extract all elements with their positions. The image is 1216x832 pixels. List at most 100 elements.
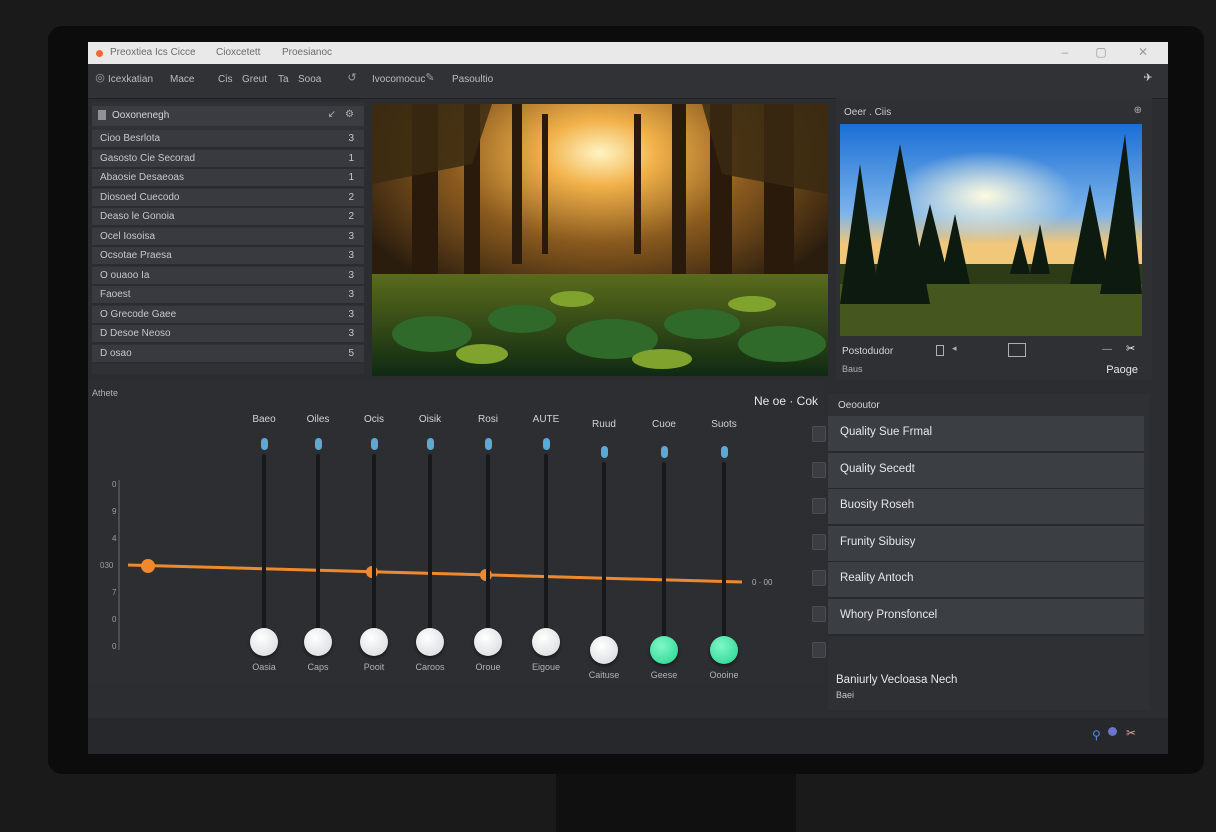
toolbar-item-5[interactable]: Sooa bbox=[298, 74, 321, 85]
frame-icon[interactable] bbox=[1008, 343, 1026, 357]
fader-track[interactable] bbox=[662, 462, 666, 638]
fader-knob[interactable] bbox=[474, 628, 502, 656]
toolbar-item-0[interactable]: Icexkatian bbox=[108, 74, 153, 85]
side-tool-icon[interactable] bbox=[812, 426, 826, 442]
layer-row-count: 3 bbox=[348, 308, 354, 320]
quality-option[interactable]: Buosity Roseh bbox=[828, 489, 1144, 526]
fader-track[interactable] bbox=[262, 454, 266, 630]
layer-row[interactable]: D Desoe Neoso 3 bbox=[92, 325, 364, 344]
quality-footer-title: Baniurly Vecloasa Nech bbox=[836, 674, 958, 686]
menu-item-1[interactable]: Cioxcetett bbox=[216, 47, 260, 58]
fader-knob-label: Geese bbox=[650, 670, 678, 680]
minus-icon[interactable]: — bbox=[1102, 344, 1112, 355]
side-tool-icon[interactable] bbox=[812, 606, 826, 622]
quality-option-label: Reality Antoch bbox=[840, 572, 914, 584]
layer-row[interactable]: Deaso le Gonoia 2 bbox=[92, 208, 364, 227]
layer-row-label: Deaso le Gonoia bbox=[100, 211, 175, 222]
fader-knob[interactable] bbox=[590, 636, 618, 664]
fader-knob[interactable] bbox=[360, 628, 388, 656]
pin-icon[interactable]: ⊕ bbox=[1134, 105, 1142, 116]
side-tool-icon[interactable] bbox=[812, 642, 826, 658]
preview-caption: Postodudor bbox=[842, 346, 894, 357]
layer-row-count: 3 bbox=[348, 133, 354, 144]
side-tool-icon[interactable] bbox=[812, 534, 826, 550]
undo-icon[interactable]: ↺ bbox=[346, 72, 358, 84]
layer-row[interactable]: D osao 5 bbox=[92, 344, 364, 364]
crop-icon[interactable]: ✂ bbox=[1126, 342, 1135, 355]
band-label: Rosi bbox=[477, 414, 498, 425]
fader-track[interactable] bbox=[486, 454, 490, 630]
layer-row[interactable]: Gasosto Cie Secorad 1 bbox=[92, 149, 364, 169]
toolbar-item-2[interactable]: Cis bbox=[218, 74, 232, 85]
fader-knob[interactable] bbox=[710, 636, 738, 664]
fader-track[interactable] bbox=[372, 454, 376, 630]
minimize-icon[interactable]: – bbox=[1056, 45, 1074, 59]
tool-icon[interactable]: ✂ bbox=[1126, 726, 1136, 740]
toolbar-item-7[interactable]: Pasoultio bbox=[452, 74, 493, 85]
fader-track[interactable] bbox=[722, 462, 726, 638]
toolbar-item-1[interactable]: Mace bbox=[170, 74, 194, 85]
layer-row-label: Ocel Iosoisa bbox=[100, 230, 156, 242]
fader-track[interactable] bbox=[544, 454, 548, 630]
quality-panel: Oeooutor Quality Sue Frmal Quality Secedt… bbox=[828, 394, 1150, 710]
search-icon[interactable]: ⚲ bbox=[1092, 728, 1101, 742]
band-label: Baeo bbox=[252, 414, 276, 425]
maximize-icon[interactable]: ▢ bbox=[1092, 45, 1110, 59]
settings-icon[interactable]: ◎ bbox=[94, 72, 106, 84]
side-tool-icon[interactable] bbox=[812, 570, 826, 586]
pin-icon[interactable]: ✈ bbox=[1142, 72, 1154, 84]
main-image-canvas[interactable] bbox=[372, 104, 828, 376]
layer-row-count: 1 bbox=[348, 152, 354, 164]
options-icon[interactable]: ⚙ bbox=[345, 109, 354, 120]
quality-option[interactable]: Quality Sue Frmal bbox=[828, 416, 1144, 453]
preview-image[interactable] bbox=[840, 124, 1142, 336]
fader-knob[interactable] bbox=[650, 636, 678, 664]
lock-icon[interactable] bbox=[936, 345, 944, 356]
page-button[interactable]: Paoge bbox=[1106, 364, 1138, 376]
layer-row-label: Cioo Besrlota bbox=[100, 133, 161, 144]
quality-option-label: Whory Pronsfoncel bbox=[840, 608, 938, 621]
brush-icon[interactable]: ✎ bbox=[424, 72, 436, 84]
band-marker bbox=[721, 446, 728, 458]
quality-option[interactable]: Whory Pronsfoncel bbox=[828, 598, 1144, 636]
layer-row[interactable]: O ouaoo Ia 3 bbox=[92, 266, 364, 286]
layer-row[interactable]: Diosoed Cuecodo 2 bbox=[92, 188, 364, 208]
fader-track[interactable] bbox=[602, 462, 606, 638]
side-tool-icon[interactable] bbox=[812, 498, 826, 514]
globe-icon[interactable] bbox=[1108, 727, 1117, 736]
toolbar-item-6[interactable]: Ivocomocuc bbox=[372, 74, 425, 85]
close-icon[interactable]: ✕ bbox=[1134, 45, 1152, 59]
quality-option[interactable]: Frunity Sibuisy bbox=[828, 525, 1144, 563]
toolbar-item-3[interactable]: Greut bbox=[242, 74, 267, 85]
layer-row[interactable]: O Grecode Gaee 3 bbox=[92, 305, 364, 325]
toolbar: ◎ Icexkatian Mace Cis Greut Ta Sooa ↺ Iv… bbox=[88, 64, 1168, 99]
fader-knob[interactable] bbox=[416, 628, 444, 656]
prev-icon[interactable]: ◂ bbox=[952, 343, 957, 354]
layer-row[interactable]: Faoest 3 bbox=[92, 286, 364, 305]
eq-node-1[interactable] bbox=[141, 559, 155, 573]
eq-curve-line bbox=[127, 563, 743, 584]
layer-row[interactable]: Abaosie Desaeoas 1 bbox=[92, 169, 364, 188]
quality-footer-sub: Baei bbox=[836, 690, 855, 700]
layer-row-count: 3 bbox=[348, 250, 354, 261]
quality-option-label: Buosity Roseh bbox=[840, 499, 915, 511]
fader-track[interactable] bbox=[316, 454, 320, 630]
quality-option[interactable]: Quality Secedt bbox=[828, 452, 1144, 490]
fader-knob-label: Caroos bbox=[415, 662, 445, 672]
layer-row[interactable]: Ocel Iosoisa 3 bbox=[92, 227, 364, 247]
side-tool-icon[interactable] bbox=[812, 462, 826, 478]
layer-row-label: O Grecode Gaee bbox=[100, 308, 177, 320]
fader-knob[interactable] bbox=[532, 628, 560, 656]
fader-track[interactable] bbox=[428, 454, 432, 630]
layer-row[interactable]: Cioo Besrlota 3 bbox=[92, 130, 364, 149]
quality-option[interactable]: Reality Antoch bbox=[828, 562, 1144, 599]
fader-knob[interactable] bbox=[250, 628, 278, 656]
expand-icon[interactable]: ↙ bbox=[328, 109, 336, 120]
fader-knob[interactable] bbox=[304, 628, 332, 656]
toolbar-item-4[interactable]: Ta bbox=[278, 74, 289, 85]
layer-row[interactable]: Ocsotae Praesa 3 bbox=[92, 247, 364, 266]
title-bar: Preoxtiea Ics Cicce Cioxcetett Proesiano… bbox=[88, 42, 1168, 64]
menu-item-2[interactable]: Proesianoc bbox=[282, 47, 332, 58]
window-title: Preoxtiea Ics Cicce bbox=[110, 47, 196, 58]
preview-panel: Oeer . Ciis ⊕ Postodudor ◂ — ✂ Baus Paog… bbox=[836, 98, 1152, 380]
